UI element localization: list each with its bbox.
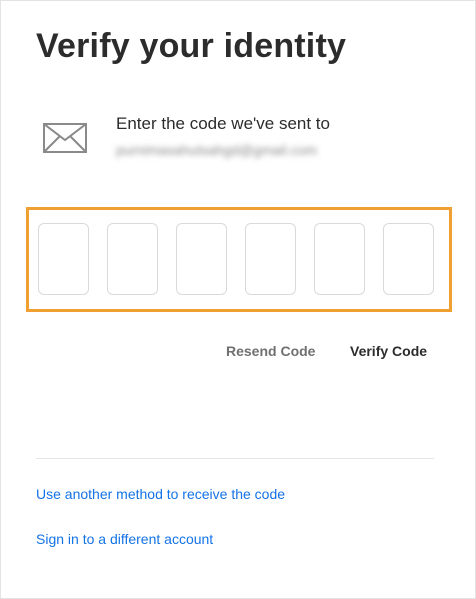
code-digit-6[interactable]: [383, 223, 434, 295]
resend-code-button[interactable]: Resend Code: [226, 343, 315, 359]
divider: [36, 458, 434, 459]
code-digit-3[interactable]: [176, 223, 227, 295]
code-sent-prompt: Enter the code we've sent to: [116, 114, 330, 133]
verify-code-button[interactable]: Verify Code: [350, 343, 427, 359]
code-digit-1[interactable]: [38, 223, 89, 295]
different-account-link[interactable]: Sign in to a different account: [36, 531, 213, 547]
code-digit-4[interactable]: [245, 223, 296, 295]
code-digit-5[interactable]: [314, 223, 365, 295]
envelope-icon: [43, 123, 87, 153]
use-another-method-link[interactable]: Use another method to receive the code: [36, 486, 285, 502]
code-digit-2[interactable]: [107, 223, 158, 295]
verify-card: Verify your identity Enter the code we'v…: [0, 0, 476, 599]
code-input-group: [38, 223, 434, 295]
page-title: Verify your identity: [36, 27, 347, 65]
masked-email: purnimasahutsahgd@gmail.com: [116, 142, 317, 158]
